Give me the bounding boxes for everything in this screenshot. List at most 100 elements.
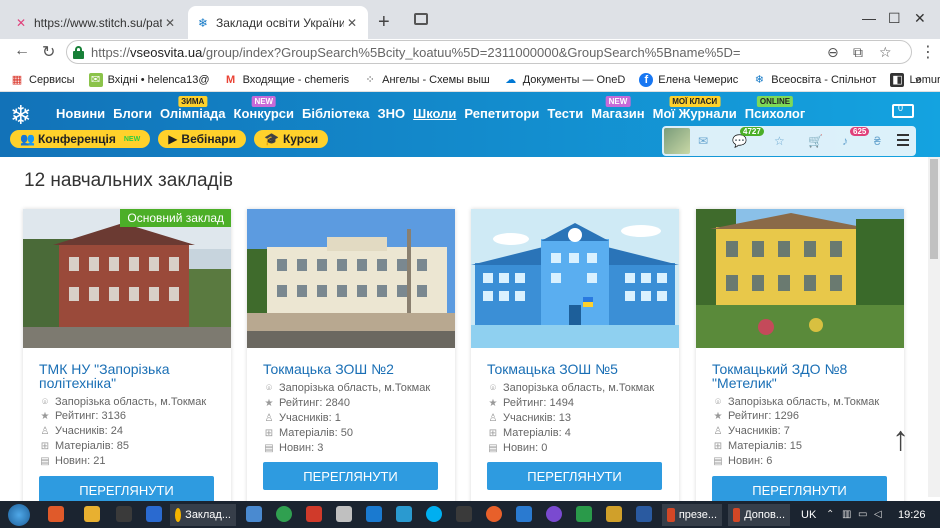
nav-shop[interactable]: Магазин NEW xyxy=(591,96,645,121)
nav-blogs[interactable]: Блоги xyxy=(113,106,152,121)
tab-stitch[interactable]: ✕ https://www.stitch.su/patterns?c ✕ xyxy=(6,6,186,39)
app-icon[interactable] xyxy=(48,506,64,522)
nav-tutors[interactable]: Репетитори xyxy=(464,106,539,121)
messages-badge: 4727 xyxy=(740,127,764,136)
courses-button[interactable]: 🎓 Курси xyxy=(253,130,329,148)
school-name[interactable]: Токмацька ЗОШ №5 xyxy=(487,362,667,376)
tray-expand-icon[interactable]: ⌃ xyxy=(826,509,834,520)
url-text[interactable]: https://vseosvita.ua/group/index?GroupSe… xyxy=(91,45,740,60)
school-name[interactable]: ТМК НУ "Запорізька політехніка" xyxy=(39,362,219,390)
school-photo[interactable] xyxy=(696,209,904,348)
language-indicator[interactable]: UK xyxy=(801,509,816,521)
avatar[interactable] xyxy=(664,128,690,154)
bookmark-label: Вхідні • helenca13@ xyxy=(107,73,210,86)
app-icon[interactable] xyxy=(456,506,472,522)
skype-icon[interactable] xyxy=(426,506,442,522)
school-name[interactable]: Токмацька ЗОШ №2 xyxy=(263,362,443,376)
view-button[interactable]: ПЕРЕГЛЯНУТИ xyxy=(712,476,887,504)
lemur-icon: ◧ xyxy=(890,72,905,87)
document-plus-icon: ⊞ xyxy=(264,427,274,439)
currency-icon[interactable]: ₴ xyxy=(874,134,881,148)
translate-icon[interactable]: ⧉ xyxy=(853,44,863,61)
conference-button[interactable]: 👥 Конференція NEW xyxy=(10,130,151,148)
star-icon[interactable]: ☆ xyxy=(774,134,785,148)
reload-icon[interactable]: ↻ xyxy=(42,42,55,62)
app-icon[interactable] xyxy=(146,506,162,522)
school-photo[interactable]: Основний заклад xyxy=(23,209,231,348)
taskbar-app-presentation[interactable]: презе... xyxy=(662,504,722,526)
nav-psychologist[interactable]: Психолог ONLINE xyxy=(745,96,805,121)
taskbar-app-report[interactable]: Допов... xyxy=(728,504,790,526)
bookmark-inbox[interactable]: ✉ Вхідні • helenca13@ xyxy=(88,72,210,87)
bookmark-services[interactable]: ▦ Сервисы xyxy=(10,73,75,87)
new-tab-button[interactable]: + xyxy=(378,11,390,34)
bell-icon[interactable]: ♪ xyxy=(842,134,848,148)
bookmark-angels[interactable]: ⁘ Ангелы - Схемы выш xyxy=(363,73,490,87)
view-button[interactable]: ПЕРЕГЛЯНУТИ xyxy=(263,462,438,490)
school-photo[interactable] xyxy=(471,209,679,348)
bookmark-facebook[interactable]: f Елена Чемерис xyxy=(639,72,738,87)
nav-olympiad[interactable]: Олімпіада ЗИМА xyxy=(160,96,226,121)
start-button-icon[interactable] xyxy=(8,504,30,526)
view-button[interactable]: ПЕРЕГЛЯНУТИ xyxy=(39,476,214,504)
close-tab-icon[interactable]: ✕ xyxy=(162,16,178,30)
network-icon[interactable]: ▥ xyxy=(842,509,851,520)
mail-icon[interactable]: ✉ xyxy=(698,134,708,148)
menu-dots-icon[interactable]: ⋮ xyxy=(920,42,936,62)
nav-news[interactable]: Новини xyxy=(56,106,105,121)
bookmark-onedrive[interactable]: ☁ Документы — OneD xyxy=(504,73,625,87)
app-icon[interactable] xyxy=(516,506,532,522)
cart-icon[interactable]: 0 xyxy=(888,100,918,124)
app-icon[interactable] xyxy=(306,506,322,522)
tab-search-icon[interactable] xyxy=(414,13,428,25)
zoom-icon[interactable]: ⊖ xyxy=(827,44,839,61)
view-button[interactable]: ПЕРЕГЛЯНУТИ xyxy=(487,462,662,490)
chat-icon[interactable]: 💬 xyxy=(732,134,747,148)
folder-icon[interactable] xyxy=(84,506,100,522)
user-icon: ♙ xyxy=(264,412,274,424)
app-icon[interactable] xyxy=(606,506,622,522)
address-bar[interactable]: https://vseosvita.ua/group/index?GroupSe… xyxy=(66,40,912,64)
scrollbar-thumb[interactable] xyxy=(930,159,938,259)
app-icon[interactable] xyxy=(336,506,352,522)
nav-tests[interactable]: Тести xyxy=(547,106,583,121)
app-icon[interactable] xyxy=(366,506,382,522)
taskbar-app-label: Заклад... xyxy=(185,509,231,521)
app-icon[interactable] xyxy=(396,506,412,522)
nav-library[interactable]: Бібліотека xyxy=(302,106,369,121)
nav-zno[interactable]: ЗНО xyxy=(378,106,406,121)
page-scrollbar[interactable] xyxy=(928,157,940,497)
bookmark-vseosvita[interactable]: ❄ Всеосвіта - Спільнот xyxy=(752,73,877,87)
tab-vseosvita[interactable]: ❄ Заклади освіти України ✕ xyxy=(188,6,368,39)
firefox-icon[interactable] xyxy=(486,506,502,522)
volume-icon[interactable]: ◁ xyxy=(874,509,882,520)
scroll-to-top-icon[interactable]: ↑ xyxy=(892,420,909,459)
app-icon[interactable] xyxy=(116,506,132,522)
app-icon[interactable] xyxy=(576,506,592,522)
app-icon[interactable] xyxy=(636,506,652,522)
snowflake-icon[interactable]: ❄ xyxy=(10,100,32,131)
close-tab-icon[interactable]: ✕ xyxy=(344,16,360,30)
minimize-icon[interactable]: — xyxy=(862,10,876,26)
bookmarks-bar: ▦ Сервисы ✉ Вхідні • helenca13@ M Входящ… xyxy=(0,68,940,92)
nav-contests[interactable]: Конкурси NEW xyxy=(234,96,294,121)
bookmark-gmail[interactable]: M Входящие - chemeris xyxy=(224,73,349,87)
viber-icon[interactable] xyxy=(546,506,562,522)
app-icon[interactable] xyxy=(246,506,262,522)
lock-icon xyxy=(73,46,84,59)
bookmark-star-icon[interactable]: ☆ xyxy=(879,44,892,61)
webinars-button[interactable]: ▶ Вебінари xyxy=(158,130,246,148)
nav-journals[interactable]: Мої Журнали МОЇ КЛАСИ xyxy=(653,96,737,121)
back-icon[interactable]: ← xyxy=(14,42,30,60)
close-window-icon[interactable]: ✕ xyxy=(914,10,926,27)
battery-icon[interactable]: ▭ xyxy=(858,509,867,520)
school-name[interactable]: Токмацький ЗДО №8 "Метелик" xyxy=(712,362,892,390)
app-icon[interactable] xyxy=(276,506,292,522)
school-photo[interactable] xyxy=(247,209,455,348)
bookmarks-more-button[interactable]: » xyxy=(915,72,922,87)
taskbar-app-active[interactable]: Заклад... xyxy=(170,504,236,526)
nav-schools[interactable]: Школи xyxy=(413,106,456,121)
hamburger-menu-icon[interactable] xyxy=(897,134,909,146)
maximize-icon[interactable]: ☐ xyxy=(888,10,901,27)
cart-icon[interactable]: 🛒 xyxy=(808,134,823,148)
